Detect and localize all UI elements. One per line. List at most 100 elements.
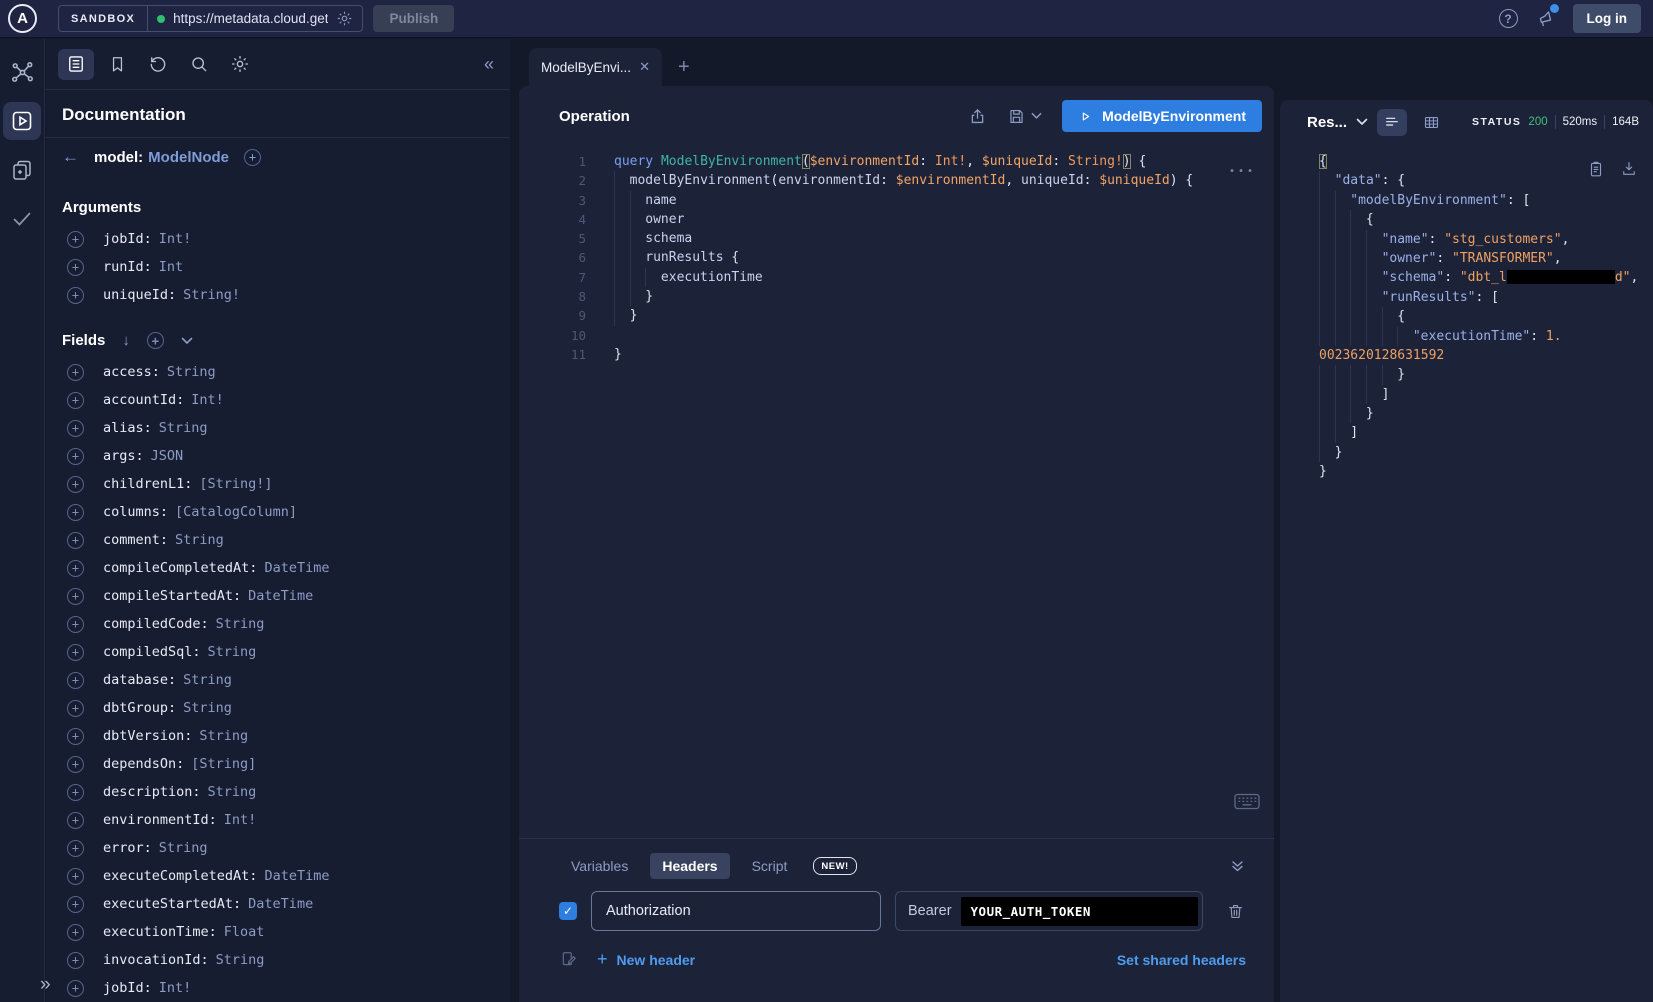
apollo-logo[interactable]: A	[8, 4, 37, 33]
code-line[interactable]: 2 modelByEnvironment(environmentId: $env…	[519, 171, 1274, 190]
save-icon[interactable]	[1007, 107, 1026, 126]
add-field-icon[interactable]: +	[67, 672, 84, 689]
field-text[interactable]: compiledSql:String	[103, 644, 256, 660]
download-response-icon[interactable]	[1620, 160, 1638, 178]
add-field-icon[interactable]: +	[67, 616, 84, 633]
field-text[interactable]: environmentId:Int!	[103, 812, 256, 828]
share-icon[interactable]	[968, 107, 987, 126]
add-field-icon[interactable]: +	[67, 728, 84, 745]
new-tab-icon[interactable]: +	[678, 57, 690, 77]
add-field-icon[interactable]: +	[67, 364, 84, 381]
add-field-icon[interactable]: +	[67, 420, 84, 437]
field-text[interactable]: access:String	[103, 364, 216, 380]
run-operation-button[interactable]: ModelByEnvironment	[1062, 100, 1262, 132]
add-field-icon[interactable]: +	[67, 644, 84, 661]
code-line[interactable]: 7 executionTime	[519, 268, 1274, 287]
add-field-icon[interactable]: +	[67, 476, 84, 493]
expand-right-icon[interactable]: »	[40, 974, 51, 996]
close-tab-icon[interactable]: ✕	[639, 59, 650, 75]
editor-more-icon[interactable]: •••	[1229, 166, 1256, 177]
argument-text[interactable]: uniqueId:String!	[103, 287, 240, 303]
save-chevron-down-icon[interactable]	[1031, 112, 1042, 120]
code-line[interactable]: 6 runResults {	[519, 248, 1274, 267]
field-text[interactable]: jobId:Int!	[103, 980, 191, 996]
add-field-icon[interactable]: +	[67, 588, 84, 605]
add-field-icon[interactable]: +	[67, 924, 84, 941]
save-operation-control[interactable]	[1007, 107, 1042, 126]
add-field-icon[interactable]: +	[67, 504, 84, 521]
tab-headers[interactable]: Headers	[650, 853, 729, 879]
add-all-fields-icon[interactable]: +	[147, 332, 164, 349]
login-button[interactable]: Log in	[1573, 4, 1642, 33]
add-field-icon[interactable]: +	[67, 840, 84, 857]
explorer-icon[interactable]	[3, 102, 41, 140]
field-text[interactable]: database:String	[103, 672, 232, 688]
add-field-icon[interactable]: +	[67, 560, 84, 577]
add-field-icon[interactable]: +	[67, 392, 84, 409]
new-header-button[interactable]: + New header	[597, 949, 695, 970]
format-view-icon[interactable]	[1377, 109, 1407, 136]
settings-gear-icon[interactable]	[222, 49, 258, 80]
add-field-icon[interactable]: +	[67, 896, 84, 913]
add-field-icon[interactable]: +	[67, 952, 84, 969]
table-view-icon[interactable]	[1416, 109, 1446, 136]
code-line[interactable]: 1 query ModelByEnvironment($environmentI…	[519, 152, 1274, 171]
response-title-dropdown[interactable]: Res...	[1307, 114, 1368, 131]
back-icon[interactable]: ←	[62, 147, 79, 167]
argument-text[interactable]: runId:Int	[103, 259, 183, 275]
publish-button[interactable]: Publish	[373, 5, 454, 32]
schema-graph-icon[interactable]	[3, 53, 41, 91]
field-text[interactable]: error:String	[103, 840, 208, 856]
code-line[interactable]: 10	[519, 326, 1274, 345]
add-field-icon[interactable]: +	[67, 532, 84, 549]
field-text[interactable]: accountId:Int!	[103, 392, 224, 408]
search-icon[interactable]	[181, 49, 217, 80]
help-icon[interactable]: ?	[1499, 9, 1518, 28]
endpoint-url[interactable]: https://metadata.cloud.get	[173, 11, 328, 26]
add-field-icon[interactable]: +	[67, 756, 84, 773]
documentation-tab-icon[interactable]	[58, 49, 94, 80]
add-field-icon[interactable]: +	[67, 700, 84, 717]
bookmarks-icon[interactable]	[99, 49, 135, 80]
field-text[interactable]: executionTime:Float	[103, 924, 264, 940]
code-line[interactable]: 9 }	[519, 306, 1274, 325]
field-text[interactable]: compileStartedAt:DateTime	[103, 588, 313, 604]
announcements-megaphone-icon[interactable]	[1535, 8, 1556, 29]
header-value-field[interactable]: Bearer YOUR_AUTH_TOKEN	[895, 891, 1203, 931]
checklist-icon[interactable]	[3, 200, 41, 238]
endpoint-url-cell[interactable]: https://metadata.cloud.get	[148, 10, 362, 27]
field-text[interactable]: dbtVersion:String	[103, 728, 248, 744]
header-key-input[interactable]	[591, 891, 881, 931]
fields-chevron-icon[interactable]	[181, 337, 193, 345]
tab-variables[interactable]: Variables	[559, 853, 640, 879]
query-editor[interactable]: 1 query ModelByEnvironment($environmentI…	[519, 146, 1274, 838]
header-enabled-checkbox[interactable]: ✓	[559, 902, 577, 920]
add-argument-icon[interactable]: +	[67, 231, 84, 248]
script-preset-icon[interactable]	[559, 950, 578, 969]
add-field-icon[interactable]: +	[67, 980, 84, 997]
endpoint-settings-gear-icon[interactable]	[336, 10, 353, 27]
sort-fields-icon[interactable]: ↓	[122, 332, 130, 349]
field-text[interactable]: invocationId:String	[103, 952, 264, 968]
field-text[interactable]: childrenL1:[String!]	[103, 476, 273, 492]
add-field-icon[interactable]: +	[67, 448, 84, 465]
add-field-icon[interactable]: +	[67, 868, 84, 885]
add-field-icon[interactable]: +	[67, 812, 84, 829]
add-field-icon[interactable]: +	[67, 784, 84, 801]
code-line[interactable]: 11 }	[519, 345, 1274, 364]
field-text[interactable]: columns:[CatalogColumn]	[103, 504, 297, 520]
code-line[interactable]: 8 }	[519, 287, 1274, 306]
field-text[interactable]: compiledCode:String	[103, 616, 264, 632]
field-text[interactable]: comment:String	[103, 532, 224, 548]
code-line[interactable]: 4 owner	[519, 210, 1274, 229]
collections-icon[interactable]	[3, 151, 41, 189]
operation-tab[interactable]: ModelByEnvi... ✕	[529, 48, 662, 86]
sandbox-badge[interactable]: SANDBOX	[59, 6, 148, 31]
auth-token-value[interactable]: YOUR_AUTH_TOKEN	[961, 897, 1198, 926]
argument-text[interactable]: jobId:Int!	[103, 231, 191, 247]
field-text[interactable]: dbtGroup:String	[103, 700, 232, 716]
field-text[interactable]: dependsOn:[String]	[103, 756, 256, 772]
field-text[interactable]: executeCompletedAt:DateTime	[103, 868, 329, 884]
field-text[interactable]: compileCompletedAt:DateTime	[103, 560, 329, 576]
field-text[interactable]: args:JSON	[103, 448, 183, 464]
